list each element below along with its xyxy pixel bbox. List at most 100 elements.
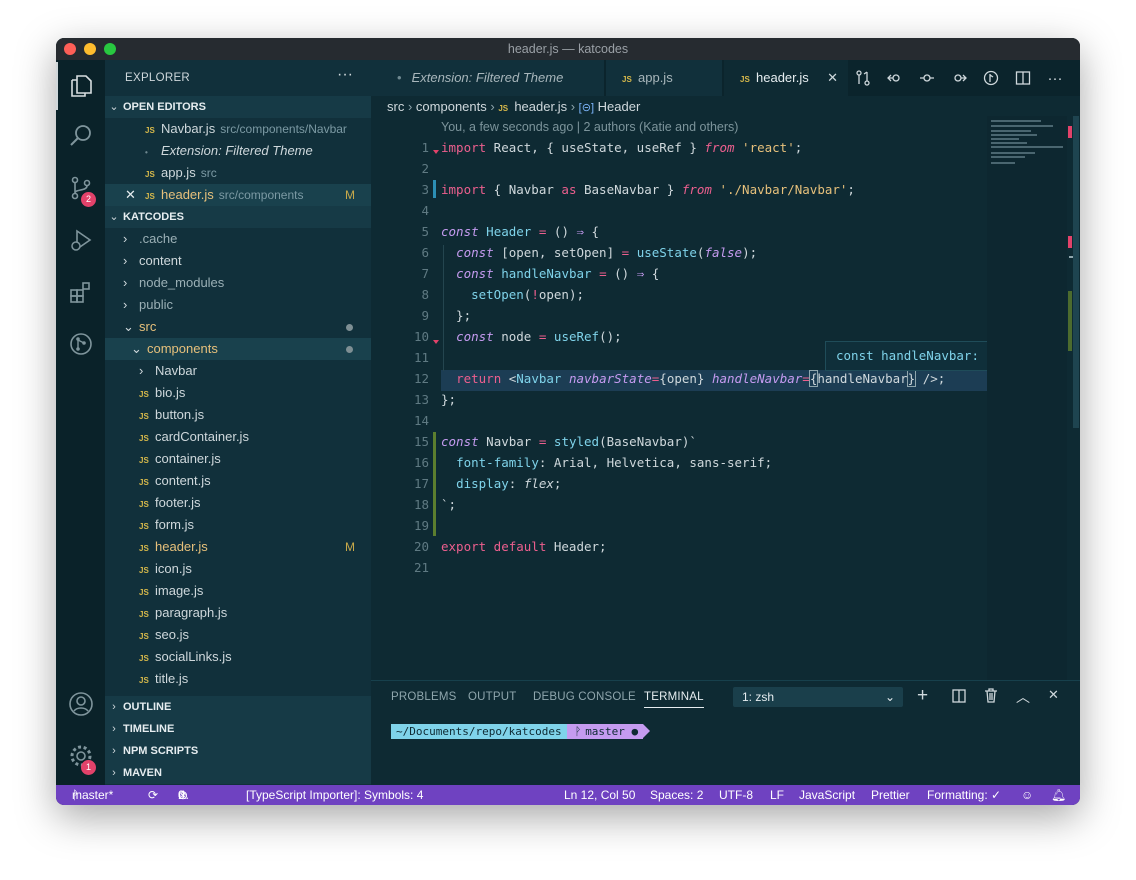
open-changes-icon[interactable] — [852, 69, 874, 87]
timeline-header[interactable]: › TIMELINE — [105, 718, 371, 740]
open-editor-item-active[interactable]: ✕ JS header.js src/components M — [105, 184, 371, 206]
project-header[interactable]: ⌄ KATCODES — [105, 206, 371, 228]
line-number: 20 — [413, 539, 429, 554]
notifications-bell-icon[interactable]: 🔔︎ — [1051, 785, 1066, 805]
breadcrumb-file[interactable]: header.js — [514, 99, 567, 114]
git-lens-icon[interactable] — [980, 69, 1002, 87]
tab-terminal[interactable]: TERMINAL — [644, 691, 704, 708]
maximize-panel-icon[interactable]: ︿ — [1016, 687, 1030, 707]
open-editor-item[interactable]: • Extension: Filtered Theme — [105, 140, 371, 162]
file-item[interactable]: JS button.js — [105, 404, 371, 426]
settings-gear-icon[interactable]: 1 — [56, 732, 105, 780]
eol-status[interactable]: LF — [770, 785, 784, 805]
folder-item[interactable]: › public — [105, 294, 371, 316]
account-icon[interactable] — [56, 680, 105, 728]
chevron-down-icon: ⌄ — [109, 101, 119, 113]
open-editor-item[interactable]: JS Navbar.js src/components/Navbar — [105, 118, 371, 140]
sync-icon[interactable]: ⟳ — [148, 785, 158, 805]
folder-item[interactable]: › node_modules — [105, 272, 371, 294]
git-branch-icon: ᚹ — [566, 724, 586, 739]
folder-item-selected[interactable]: ⌄ components — [105, 338, 371, 360]
overview-ruler[interactable] — [1067, 116, 1080, 680]
feedback-icon[interactable]: ☺ — [1021, 785, 1033, 805]
file-item[interactable]: JS paragraph.js — [105, 602, 371, 624]
close-window-button[interactable] — [64, 43, 76, 55]
split-editor-icon[interactable] — [1012, 69, 1034, 87]
breadcrumb-symbol[interactable]: Header — [598, 99, 641, 114]
tab-app-js[interactable]: JS app.js — [606, 60, 722, 96]
language-mode[interactable]: JavaScript — [799, 785, 855, 805]
new-terminal-icon[interactable]: + — [917, 685, 928, 707]
explorer-icon[interactable] — [56, 62, 105, 110]
terminal-prompt[interactable]: ~/Documents/repo/katcodes ᚹ master ● — [391, 724, 651, 739]
next-change-icon[interactable] — [948, 69, 970, 87]
minimize-window-button[interactable] — [84, 43, 96, 55]
file-item[interactable]: JS container.js — [105, 448, 371, 470]
tab-extension-filtered-theme[interactable]: • Extension: Filtered Theme — [371, 60, 604, 96]
git-graph-icon[interactable] — [56, 320, 105, 368]
modified-dot — [346, 346, 353, 353]
file-item[interactable]: JS footer.js — [105, 492, 371, 514]
source-control-icon[interactable]: 2 — [56, 164, 105, 212]
breadcrumb-components[interactable]: components — [416, 99, 487, 114]
js-file-icon: JS — [139, 676, 149, 685]
trash-icon[interactable] — [984, 688, 998, 706]
encoding-status[interactable]: UTF-8 — [719, 785, 753, 805]
close-tab-icon[interactable]: ✕ — [827, 60, 838, 96]
more-actions-icon[interactable]: ··· — [1044, 69, 1066, 87]
commit-icon[interactable] — [916, 69, 938, 87]
chevron-right-icon: › — [123, 253, 128, 268]
bottom-panel: PROBLEMS OUTPUT DEBUG CONSOLE TERMINAL 1… — [371, 680, 1080, 786]
formatting-status[interactable]: Formatting: ✓ — [927, 785, 1001, 805]
file-item[interactable]: JS seo.js — [105, 624, 371, 646]
previous-change-icon[interactable] — [884, 69, 906, 87]
extensions-icon[interactable] — [56, 268, 105, 316]
source-control-badge: 2 — [81, 192, 96, 207]
file-item[interactable]: JS content.js — [105, 470, 371, 492]
indentation-status[interactable]: Spaces: 2 — [650, 785, 703, 805]
breadcrumb: src › components › JS header.js › [⊝] Hea… — [387, 98, 640, 116]
outline-header[interactable]: › OUTLINE — [105, 696, 371, 718]
chevron-right-icon: › — [123, 297, 128, 312]
file-item[interactable]: JS form.js — [105, 514, 371, 536]
run-debug-icon[interactable] — [56, 216, 105, 264]
activity-bar: 2 1 — [56, 60, 105, 785]
folder-item[interactable]: › content — [105, 250, 371, 272]
maven-header[interactable]: › MAVEN — [105, 762, 371, 784]
breadcrumb-src[interactable]: src — [387, 99, 404, 114]
folder-item[interactable]: ⌄ src — [105, 316, 371, 338]
tab-output[interactable]: OUTPUT — [468, 691, 516, 703]
close-editor-icon[interactable]: ✕ — [125, 184, 145, 206]
file-item[interactable]: JS cardContainer.js — [105, 426, 371, 448]
open-editor-item[interactable]: JS app.js src — [105, 162, 371, 184]
vscode-window: header.js — katcodes 2 1 EXPLORER ··· ⌄ … — [56, 38, 1080, 805]
npm-scripts-header[interactable]: › NPM SCRIPTS — [105, 740, 371, 762]
split-terminal-icon[interactable] — [952, 689, 966, 706]
chevron-right-icon: › — [112, 745, 116, 757]
search-icon[interactable] — [56, 112, 105, 160]
file-item[interactable]: JS image.js — [105, 580, 371, 602]
file-item-modified[interactable]: JS header.js M — [105, 536, 371, 558]
folder-item[interactable]: › Navbar — [105, 360, 371, 382]
minimap[interactable] — [987, 116, 1067, 680]
folder-item[interactable]: › .cache — [105, 228, 371, 250]
file-item[interactable]: JS icon.js — [105, 558, 371, 580]
file-item[interactable]: JS title.js — [105, 668, 371, 690]
line-number: 14 — [413, 413, 429, 428]
maximize-window-button[interactable] — [104, 43, 116, 55]
tab-header-js[interactable]: JS header.js ✕ — [724, 60, 848, 96]
more-actions-icon[interactable]: ··· — [337, 66, 353, 84]
code-editor[interactable]: You, a few seconds ago | 2 authors (Kati… — [371, 116, 987, 716]
prettier-status[interactable]: Prettier — [871, 785, 910, 805]
importer-status[interactable]: [TypeScript Importer]: Symbols: 4 — [246, 785, 423, 805]
file-item[interactable]: JS socialLinks.js — [105, 646, 371, 668]
tab-debug-console[interactable]: DEBUG CONSOLE — [533, 691, 636, 703]
open-editors-header[interactable]: ⌄ OPEN EDITORS — [105, 96, 371, 118]
cursor-position[interactable]: Ln 12, Col 50 — [564, 785, 635, 805]
file-item[interactable]: JS bio.js — [105, 382, 371, 404]
close-panel-icon[interactable]: ✕ — [1048, 687, 1059, 703]
tab-problems[interactable]: PROBLEMS — [391, 691, 457, 703]
chevron-right-icon: › — [112, 701, 116, 713]
line-number: 21 — [413, 560, 429, 575]
terminal-select[interactable]: 1: zsh ⌄ — [733, 687, 903, 707]
